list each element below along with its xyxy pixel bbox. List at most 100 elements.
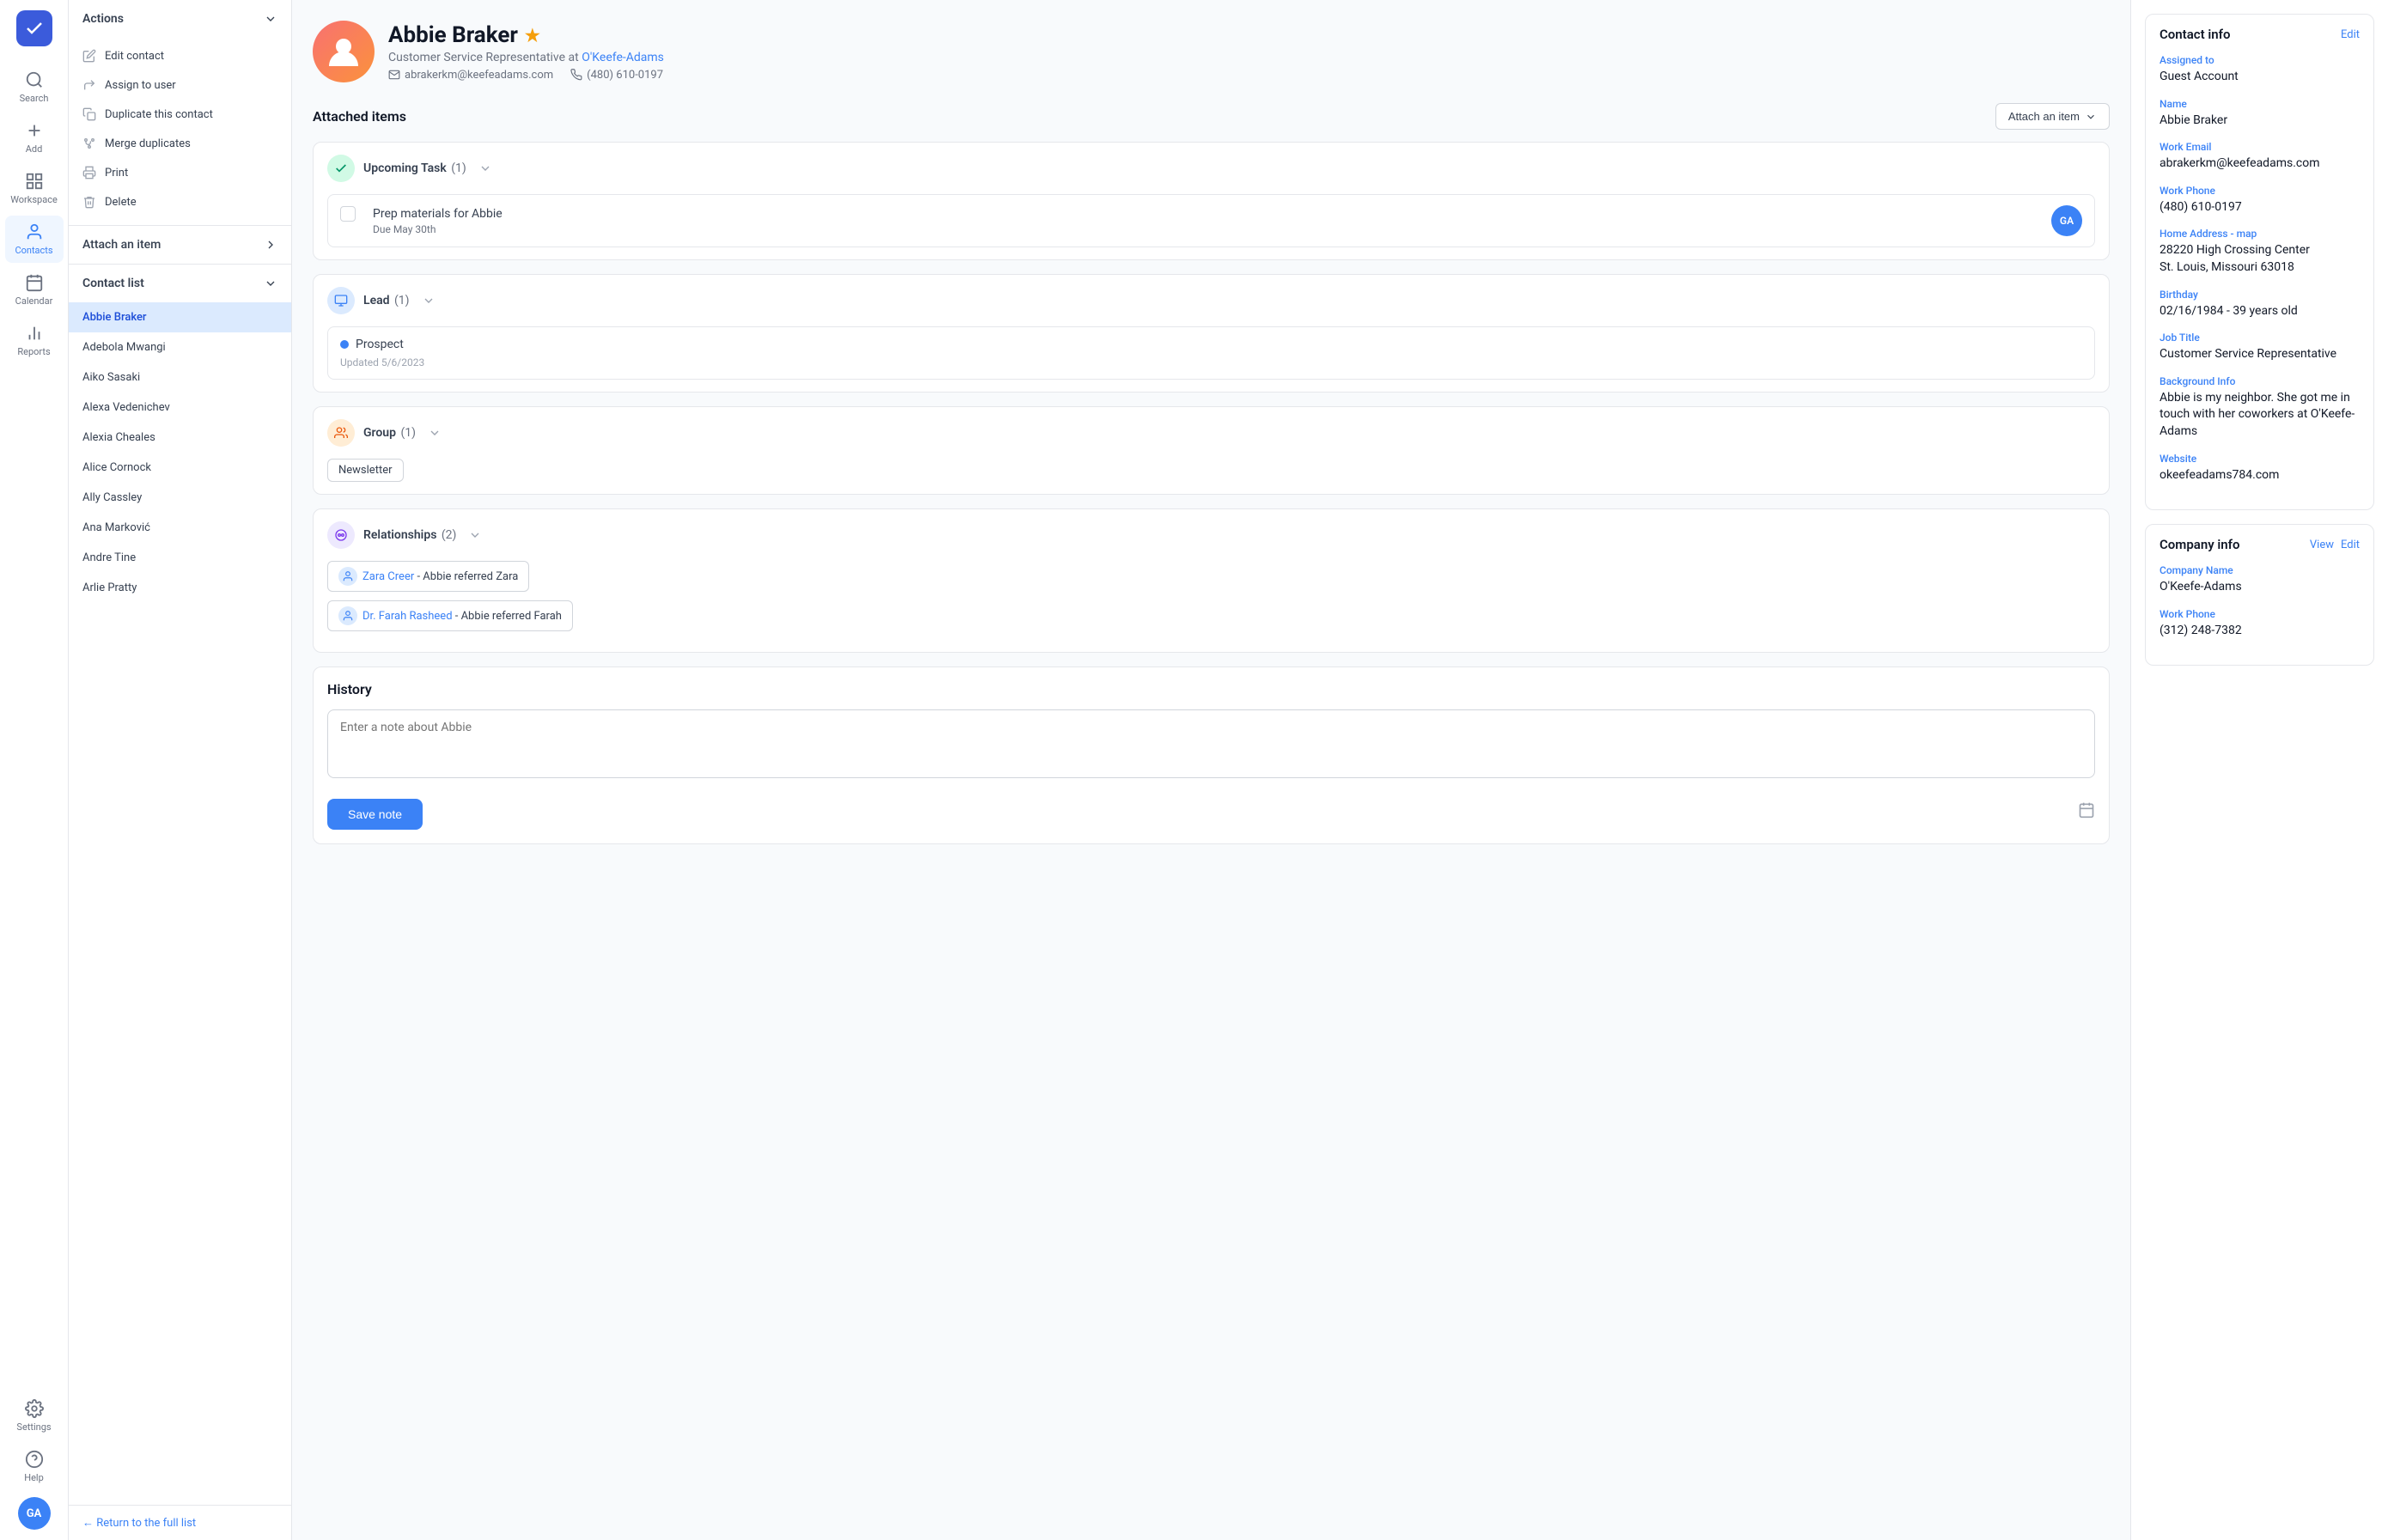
- action-duplicate[interactable]: Duplicate this contact: [69, 100, 291, 129]
- contact-info-edit[interactable]: Edit: [2341, 28, 2360, 41]
- relationships-card: Relationships (2) Zara Creer - Abbie ref…: [313, 508, 2110, 653]
- company-name-field: Company Name O'Keefe-Adams: [2160, 564, 2360, 596]
- action-merge[interactable]: Merge duplicates: [69, 129, 291, 158]
- contact-info-card: Contact info Edit Assigned to Guest Acco…: [2145, 14, 2374, 510]
- map-link[interactable]: map: [2237, 228, 2257, 240]
- sidebar-item-add[interactable]: Add: [5, 114, 64, 161]
- contact-item-ana[interactable]: Ana Marković: [69, 513, 291, 543]
- sidebar-item-settings[interactable]: Settings: [5, 1392, 64, 1440]
- profile-phone: (480) 610-0197: [570, 69, 663, 82]
- company-info-header: Company info View Edit: [2146, 525, 2373, 564]
- birthday-field: Birthday 02/16/1984 - 39 years old: [2160, 289, 2360, 320]
- assigned-to-field: Assigned to Guest Account: [2160, 54, 2360, 86]
- lead-dot: [340, 340, 349, 349]
- group-newsletter-tag[interactable]: Newsletter: [327, 459, 404, 482]
- right-panel: Contact info Edit Assigned to Guest Acco…: [2130, 0, 2388, 1540]
- task-card-header[interactable]: Upcoming Task (1): [314, 143, 2109, 194]
- relationships-icon-circle: [327, 521, 355, 549]
- contact-item-andre[interactable]: Andre Tine: [69, 543, 291, 573]
- contact-item-ally[interactable]: Ally Cassley: [69, 483, 291, 513]
- company-info-fields: Company Name O'Keefe-Adams Work Phone (3…: [2146, 564, 2373, 665]
- action-assign[interactable]: Assign to user: [69, 70, 291, 100]
- chevron-down-icon: [422, 294, 436, 307]
- work-email-field: Work Email abrakerkm@keefeadams.com: [2160, 141, 2360, 173]
- action-edit[interactable]: Edit contact: [69, 41, 291, 70]
- relationship-chips: Zara Creer - Abbie referred Zara Dr. Far…: [314, 561, 2109, 652]
- rel-zara[interactable]: Zara Creer - Abbie referred Zara: [327, 561, 529, 592]
- contact-item-alexia[interactable]: Alexia Cheales: [69, 423, 291, 453]
- trash-icon: [82, 195, 96, 209]
- note-input[interactable]: [327, 709, 2095, 778]
- contact-item-abbie[interactable]: Abbie Braker: [69, 302, 291, 332]
- work-phone-field: Work Phone (480) 610-0197: [2160, 185, 2360, 216]
- share-icon: [82, 78, 96, 92]
- company-link[interactable]: O'Keefe-Adams: [582, 51, 664, 64]
- lead-card-header[interactable]: Lead (1): [314, 275, 2109, 326]
- copy-icon: [82, 107, 96, 121]
- profile-header: Abbie Braker ★ Customer Service Represen…: [313, 21, 2110, 82]
- contact-item-alice[interactable]: Alice Cornock: [69, 453, 291, 483]
- actions-section: Actions Edit contact Assign to user Dupl…: [69, 0, 291, 226]
- contact-item-arlie[interactable]: Arlie Pratty: [69, 573, 291, 603]
- chevron-down-icon: [2085, 111, 2097, 123]
- lead-card: Lead (1) Prospect Updated 5/6/2023: [313, 274, 2110, 393]
- sidebar: Actions Edit contact Assign to user Dupl…: [69, 0, 292, 1540]
- history-section: History Save note: [313, 667, 2110, 844]
- contact-info-header: Contact info Edit: [2146, 15, 2373, 54]
- sidebar-item-contacts[interactable]: Contacts: [5, 216, 64, 263]
- contact-list-header: Contact list: [69, 265, 291, 302]
- contact-item-aiko[interactable]: Aiko Sasaki: [69, 362, 291, 393]
- lead-status: Prospect: [340, 338, 2082, 351]
- star-icon[interactable]: ★: [525, 25, 540, 46]
- actions-list: Edit contact Assign to user Duplicate th…: [69, 38, 291, 225]
- relationships-card-header[interactable]: Relationships (2): [314, 509, 2109, 561]
- profile-details: Abbie Braker ★ Customer Service Represen…: [388, 22, 664, 82]
- task-icon-circle: [327, 155, 355, 182]
- company-phone-field: Work Phone (312) 248-7382: [2160, 608, 2360, 640]
- app-logo[interactable]: [16, 10, 52, 46]
- contact-item-alexa[interactable]: Alexa Vedenichev: [69, 393, 291, 423]
- left-navigation: Search Add Workspace Contacts Calendar R…: [0, 0, 69, 1540]
- rel-farah[interactable]: Dr. Farah Rasheed - Abbie referred Farah: [327, 600, 573, 631]
- company-edit-link[interactable]: Edit: [2341, 539, 2360, 551]
- attached-items-header: Attached items Attach an item: [313, 103, 2110, 130]
- attach-item-sidebar[interactable]: Attach an item: [69, 226, 291, 265]
- return-to-full-list[interactable]: ← Return to the full list: [69, 1505, 291, 1540]
- email-icon: [388, 69, 400, 81]
- attach-item-button[interactable]: Attach an item: [1995, 103, 2110, 130]
- chevron-right-icon: [264, 238, 277, 252]
- sidebar-item-reports[interactable]: Reports: [5, 317, 64, 364]
- person-icon: [342, 610, 354, 622]
- rel-name-link[interactable]: Zara Creer: [362, 570, 414, 583]
- sidebar-item-help[interactable]: Help: [5, 1443, 64, 1490]
- profile-name: Abbie Braker ★: [388, 22, 664, 48]
- group-card-header[interactable]: Group (1): [314, 407, 2109, 459]
- sidebar-item-calendar[interactable]: Calendar: [5, 266, 64, 313]
- rel-name-link[interactable]: Dr. Farah Rasheed: [362, 610, 453, 623]
- profile-role: Customer Service Representative at O'Kee…: [388, 51, 664, 64]
- printer-icon: [82, 166, 96, 180]
- sidebar-item-workspace[interactable]: Workspace: [5, 165, 64, 212]
- user-avatar[interactable]: GA: [18, 1497, 51, 1530]
- actions-header[interactable]: Actions: [69, 0, 291, 38]
- relationships-icon: [334, 528, 348, 542]
- company-view-link[interactable]: View: [2310, 539, 2334, 551]
- contact-item-adebola[interactable]: Adebola Mwangi: [69, 332, 291, 362]
- action-print[interactable]: Print: [69, 158, 291, 187]
- contact-info-fields: Assigned to Guest Account Name Abbie Bra…: [2146, 54, 2373, 509]
- phone-icon: [570, 69, 582, 81]
- profile-email: abrakerkm@keefeadams.com: [388, 69, 553, 82]
- action-delete[interactable]: Delete: [69, 187, 291, 216]
- task-assignee-avatar: GA: [2051, 205, 2082, 236]
- chevron-down-icon: [264, 12, 277, 26]
- save-note-button[interactable]: Save note: [327, 799, 423, 830]
- sidebar-item-search[interactable]: Search: [5, 64, 64, 111]
- task-checkbox[interactable]: [340, 206, 356, 222]
- group-icon-circle: [327, 419, 355, 447]
- main-content: Abbie Braker ★ Customer Service Represen…: [292, 0, 2130, 1540]
- lead-icon-circle: [327, 287, 355, 314]
- task-item: Prep materials for Abbie Due May 30th GA: [327, 194, 2095, 247]
- lead-item: Prospect Updated 5/6/2023: [327, 326, 2095, 380]
- website-field: Website okeefeadams784.com: [2160, 453, 2360, 484]
- calendar-icon[interactable]: [2078, 801, 2095, 819]
